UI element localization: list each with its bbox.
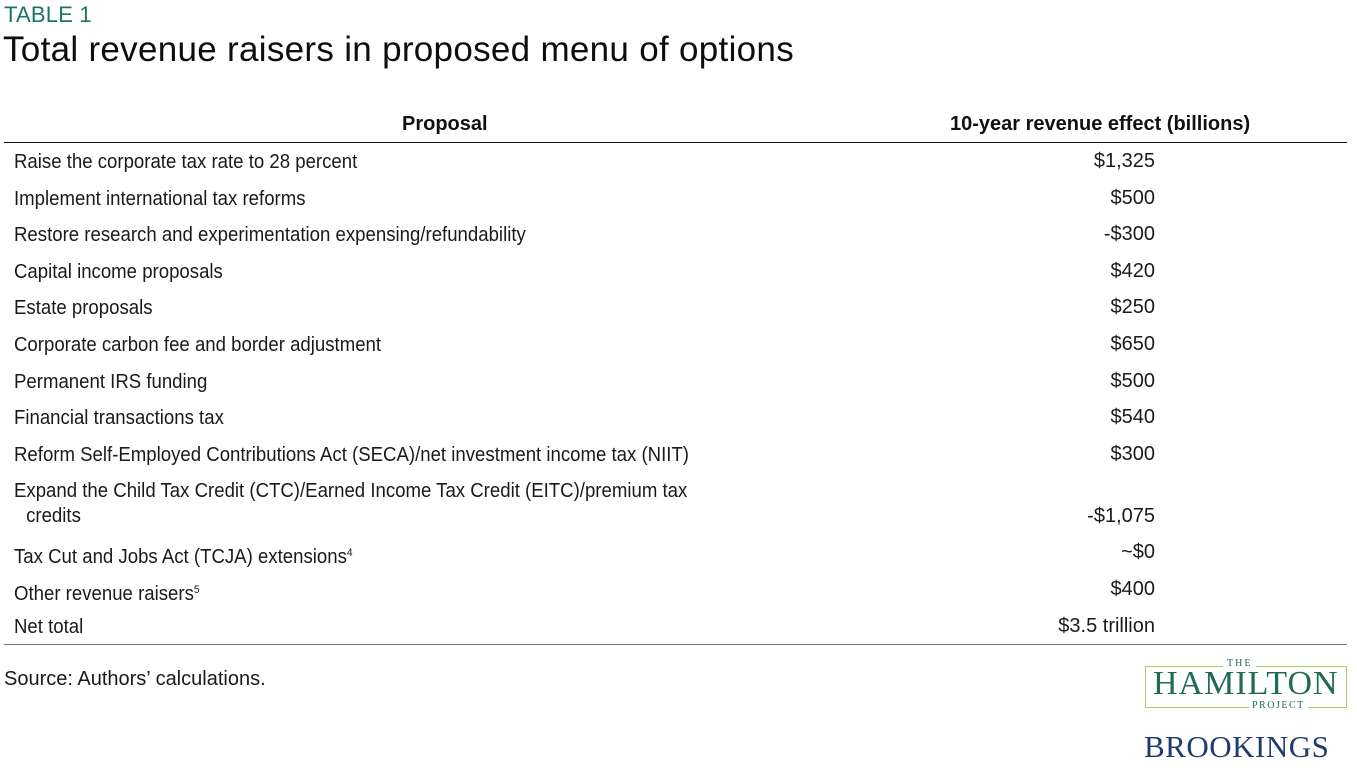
effect-cell: -$300 <box>1103 223 1155 246</box>
effect-cell: -$1,075 <box>1087 505 1155 528</box>
table-row: Implement international tax reforms $500 <box>4 180 1347 217</box>
revenue-table: Proposal 10-year revenue effect (billion… <box>4 108 1347 646</box>
table-row: Reform Self-Employed Contributions Act (… <box>4 436 1347 473</box>
source-note: Source: Authors’ calculations. <box>4 668 266 690</box>
effect-cell: $540 <box>1110 406 1156 429</box>
proposal-text: Expand the Child Tax Credit (CTC)/Earned… <box>14 480 688 503</box>
proposal-text: Other revenue raisers <box>14 582 194 605</box>
proposal-text-continued: credits <box>26 505 81 528</box>
effect-cell: $400 <box>1110 577 1156 600</box>
effect-cell: $500 <box>1110 186 1156 209</box>
effect-cell: ~$0 <box>1121 541 1155 564</box>
proposal-cell: Capital income proposals <box>14 260 223 283</box>
proposal-cell: Net total <box>14 615 84 638</box>
table-row: Tax Cut and Jobs Act (TCJA) extensions4 … <box>4 534 1347 571</box>
table-header: Proposal 10-year revenue effect (billion… <box>4 108 1347 143</box>
proposal-cell: Raise the corporate tax rate to 28 perce… <box>14 151 358 173</box>
table-row-total: Net total $3.5 trillion <box>4 608 1347 645</box>
table-row: Expand the Child Tax Credit (CTC)/Earned… <box>4 472 1347 534</box>
logo-hamilton: HAMILTON <box>1153 665 1339 702</box>
proposal-text: Tax Cut and Jobs Act (TCJA) extensions <box>14 546 347 569</box>
column-header-proposal: Proposal <box>402 113 488 135</box>
effect-cell: $420 <box>1110 259 1156 282</box>
footnote-marker: 5 <box>193 583 200 596</box>
proposal-cell: Expand the Child Tax Credit (CTC)/Earned… <box>14 479 777 529</box>
footnote-marker: 4 <box>346 547 353 560</box>
table-row: Estate proposals $250 <box>4 289 1347 326</box>
hamilton-project-logo: THE HAMILTON PROJECT <box>1145 658 1347 711</box>
logo-project: PROJECT <box>1249 700 1308 711</box>
proposal-cell: Estate proposals <box>14 297 153 320</box>
table-label: TABLE 1 <box>4 2 92 27</box>
proposal-cell: Financial transactions tax <box>14 407 224 430</box>
proposal-cell: Permanent IRS funding <box>14 370 208 393</box>
proposal-cell: Restore research and experimentation exp… <box>14 224 526 247</box>
page-title: Total revenue raisers in proposed menu o… <box>3 30 794 69</box>
table-row: Corporate carbon fee and border adjustme… <box>4 326 1347 363</box>
table-row: Raise the corporate tax rate to 28 perce… <box>4 143 1347 180</box>
proposal-cell: Corporate carbon fee and border adjustme… <box>14 333 382 356</box>
table-bottom-rule <box>4 644 1347 646</box>
table-row: Other revenue raisers5 $400 <box>4 571 1347 608</box>
column-header-effect: 10-year revenue effect (billions) <box>950 113 1251 135</box>
effect-cell: $3.5 trillion <box>1058 614 1155 637</box>
proposal-cell: Tax Cut and Jobs Act (TCJA) extensions4 <box>14 541 777 570</box>
proposal-cell: Reform Self-Employed Contributions Act (… <box>14 443 690 466</box>
table-row: Capital income proposals $420 <box>4 253 1347 290</box>
table-row: Financial transactions tax $540 <box>4 399 1347 436</box>
proposal-cell: Implement international tax reforms <box>14 187 306 210</box>
table-row: Restore research and experimentation exp… <box>4 216 1347 253</box>
effect-cell: $300 <box>1110 442 1156 465</box>
brookings-logo: BROOKINGS <box>1144 729 1330 764</box>
effect-cell: $250 <box>1110 296 1156 319</box>
effect-cell: $650 <box>1110 332 1156 355</box>
proposal-cell: Other revenue raisers5 <box>14 578 777 607</box>
effect-cell: $500 <box>1110 369 1156 392</box>
table-row: Permanent IRS funding $500 <box>4 363 1347 400</box>
effect-cell: $1,325 <box>1093 150 1155 172</box>
